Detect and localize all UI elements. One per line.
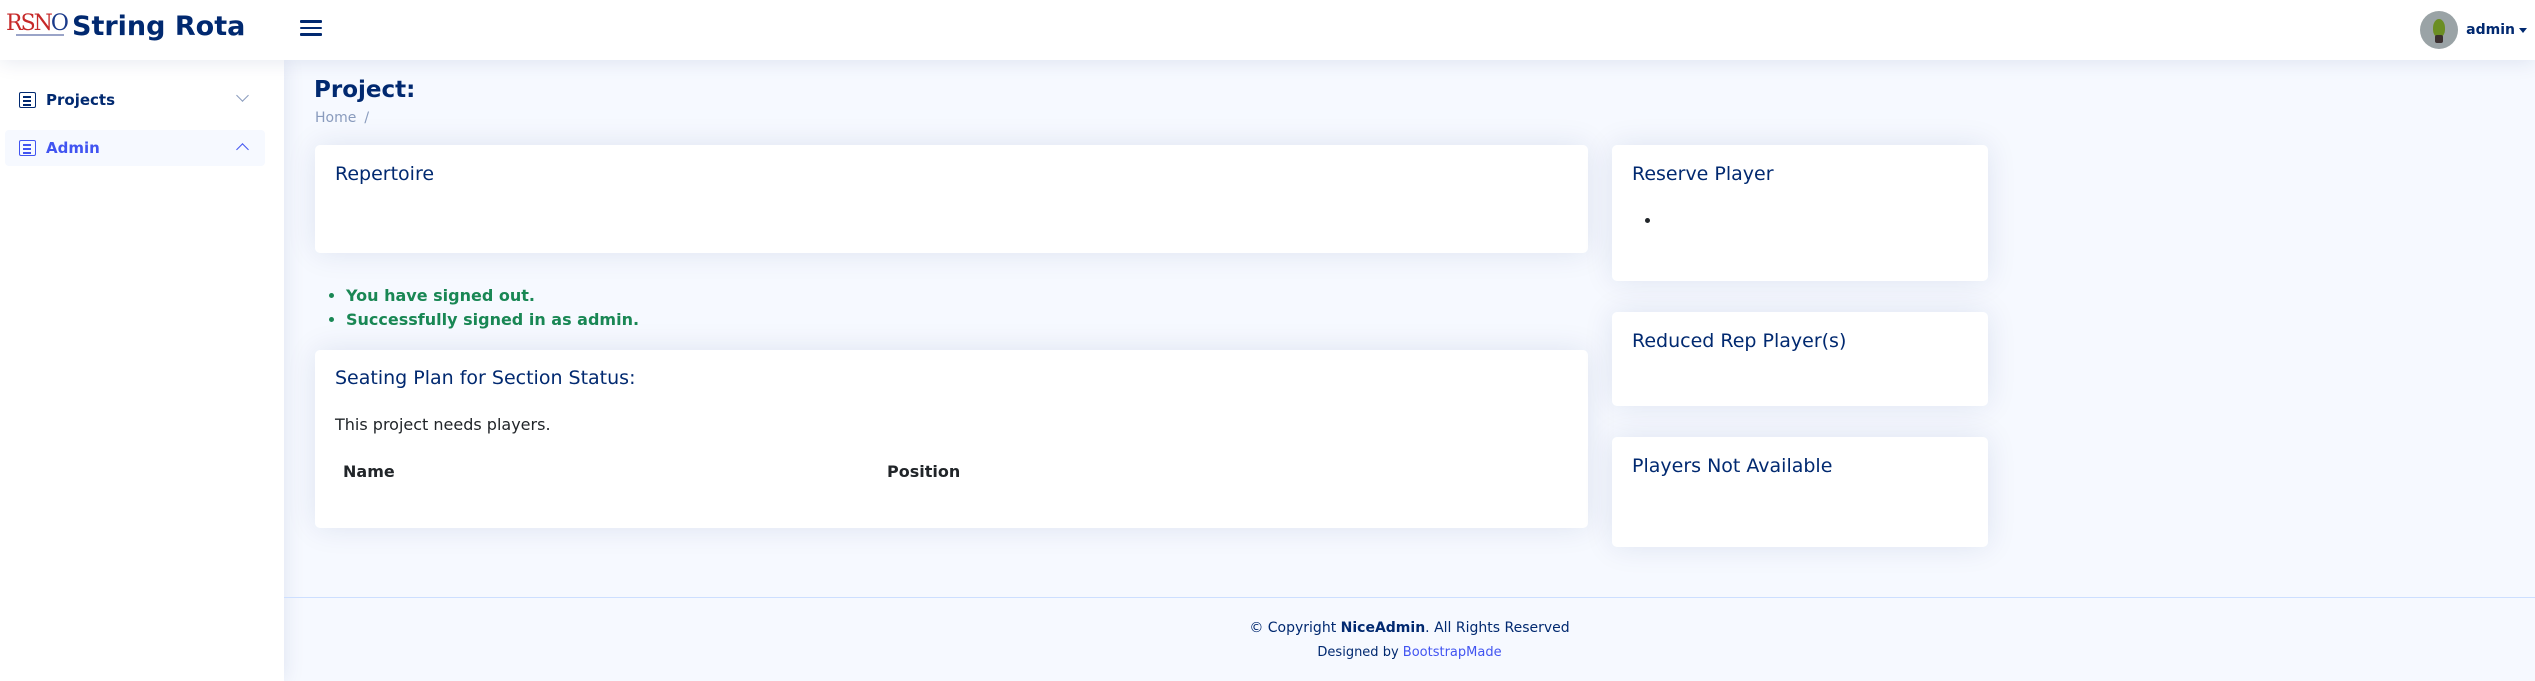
copyright-prefix: © Copyright <box>1249 620 1341 636</box>
rsno-logo: RSNO <box>6 12 69 42</box>
logo[interactable]: RSNO <box>6 12 69 42</box>
sidebar-item-admin[interactable]: Admin <box>5 130 265 166</box>
app-title[interactable]: String Rota <box>72 11 245 42</box>
list-icon <box>19 92 36 108</box>
profile-dropdown[interactable]: admin <box>2420 10 2527 50</box>
avatar <box>2420 11 2459 49</box>
credits: Designed by BootstrapMade <box>284 645 2535 660</box>
page-title-block: Project: <box>314 77 415 103</box>
breadcrumb: Home / <box>315 110 369 126</box>
flash-messages: You have signed out. Successfully signed… <box>346 287 639 335</box>
profile-name: admin <box>2466 22 2515 38</box>
sidebar-item-label: Projects <box>46 91 116 109</box>
copyright: © Copyright NiceAdmin. All Rights Reserv… <box>284 620 2535 636</box>
footer: © Copyright NiceAdmin. All Rights Reserv… <box>284 597 2535 681</box>
flash-message: You have signed out. <box>346 287 639 305</box>
reserve-player-card: Reserve Player <box>1612 145 1988 281</box>
avatar-pot <box>2435 35 2444 43</box>
logo-text: RSNO <box>6 11 69 36</box>
hamburger-line <box>300 33 322 36</box>
copyright-suffix: . All Rights Reserved <box>1425 620 1570 636</box>
footer-brand: NiceAdmin <box>1340 620 1426 636</box>
seating-plan-message: This project needs players. <box>335 415 551 434</box>
seating-plan-card: Seating Plan for Section Status: This pr… <box>315 350 1588 528</box>
hamburger-line <box>300 26 322 29</box>
page-title: Project: <box>314 77 416 103</box>
table-header-position: Position <box>887 462 961 481</box>
hamburger-icon[interactable] <box>298 16 324 42</box>
players-not-available-title: Players Not Available <box>1632 455 1833 477</box>
seating-plan-title: Seating Plan for Section Status: <box>335 367 636 389</box>
top-header: RSNO String Rota admin <box>0 0 2535 60</box>
sidebar-item-label: Admin <box>46 139 100 157</box>
flash-message: Successfully signed in as admin. <box>346 311 639 329</box>
designed-by-label: Designed by <box>1317 645 1403 660</box>
reduced-rep-card: Reduced Rep Player(s) <box>1612 312 1988 406</box>
breadcrumb-home-link[interactable]: Home <box>315 110 356 126</box>
list-icon <box>19 140 36 156</box>
logo-underline <box>16 34 64 38</box>
reduced-rep-title: Reduced Rep Player(s) <box>1632 330 1847 352</box>
table-header-name: Name <box>343 462 395 481</box>
breadcrumb-separator: / <box>364 110 370 126</box>
sidebar: Projects Admin <box>0 60 284 681</box>
sidebar-item-projects[interactable]: Projects <box>5 82 265 118</box>
designer-link[interactable]: BootstrapMade <box>1403 645 1502 660</box>
players-not-available-card: Players Not Available <box>1612 437 1988 547</box>
repertoire-title: Repertoire <box>335 163 435 185</box>
repertoire-card: Repertoire <box>315 145 1588 253</box>
chevron-down-icon <box>236 89 249 102</box>
reserve-player-title: Reserve Player <box>1632 163 1774 185</box>
chevron-up-icon <box>236 143 249 156</box>
caret-down-icon <box>2519 27 2527 33</box>
hamburger-line <box>300 20 322 23</box>
logo-letter: O <box>50 11 69 36</box>
